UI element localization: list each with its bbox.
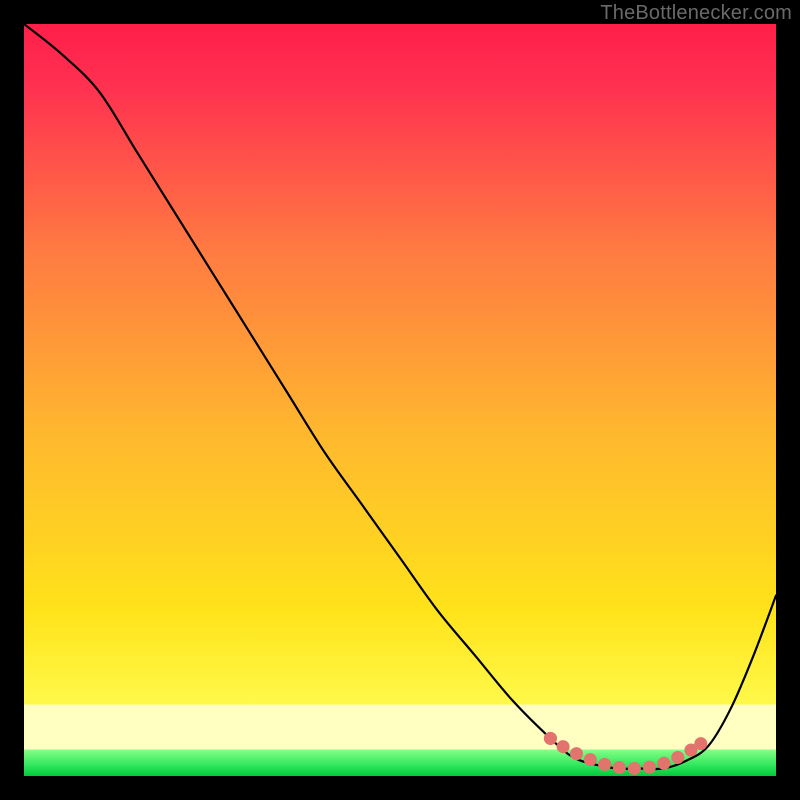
gradient-background <box>24 24 776 776</box>
optimal-dot-end <box>544 732 557 745</box>
optimal-dot-end <box>694 737 707 750</box>
attribution-text: TheBottlenecker.com <box>600 2 792 25</box>
bottleneck-chart <box>24 24 776 776</box>
chart-frame <box>24 24 776 776</box>
